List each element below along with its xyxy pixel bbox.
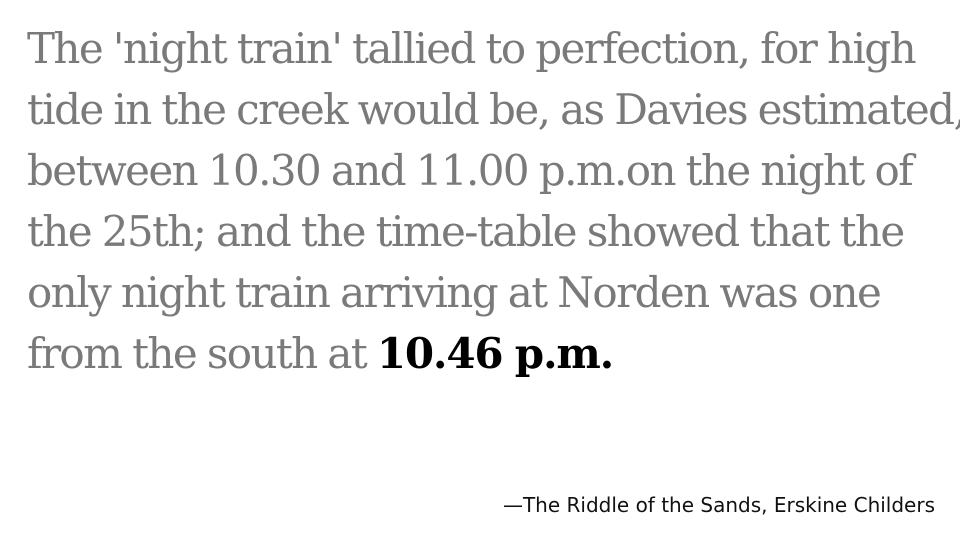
quote-line: tide in the creek would be, as Davies es…: [27, 85, 960, 134]
highlighted-time: 10.46 p.m.: [376, 329, 614, 378]
quote-line: only night train arriving at Norden was …: [27, 268, 882, 317]
quote-line: the 25th; and the time-table showed that…: [27, 207, 905, 256]
attribution: —The Riddle of the Sands, Erskine Childe…: [502, 493, 935, 517]
quote-line: between 10.30 and 11.00 p.m.on the night…: [27, 146, 914, 195]
quote-last-line: from the south at 10.46 p.m.: [27, 323, 937, 384]
quote-line: The 'night train' tallied to perfection,…: [27, 24, 917, 73]
quote-line: from the south at: [27, 329, 377, 378]
quote-text: The 'night train' tallied to perfection,…: [27, 18, 960, 384]
